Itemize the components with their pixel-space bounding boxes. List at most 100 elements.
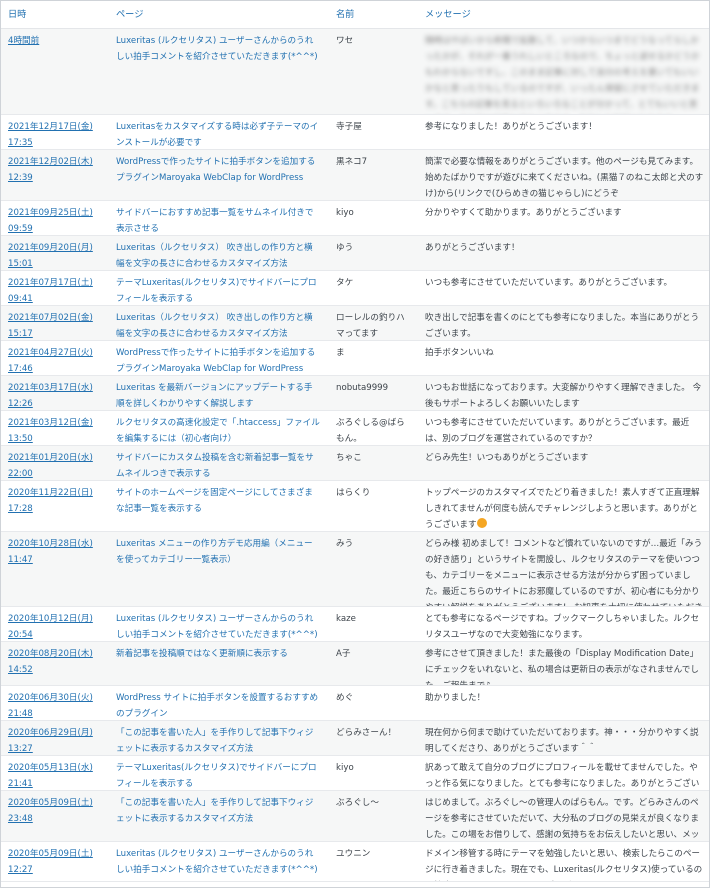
table-row: 2020年10月28日(水) 11:47 Luxeritas メニューの作り方デモ… xyxy=(1,532,709,607)
page-link[interactable]: サイトのホームページを固定ページにしてさまざまな記事一覧を表示する xyxy=(116,488,313,514)
page-link[interactable]: WordPress サイトに拍手ボタンを設置するおすすめのプラグイン xyxy=(116,693,318,719)
page-link[interactable]: サイドバーにおすすめ記事一覧をサムネイル付きで表示させる xyxy=(116,208,314,234)
date-link[interactable]: 2020年10月12日(月) 20:54 xyxy=(8,611,100,641)
message-text: どらみ様 初めまして！コメントなど慣れていないのですが…最近「みうの好き語り」と… xyxy=(425,539,703,606)
page-link[interactable]: サイドバーにカスタム投稿を含む新着記事一覧をサムネイルつきで表示する xyxy=(116,453,314,479)
page-link[interactable]: テーマLuxeritas(ルクセリタス)でサイドバーにプロフィールを表示する xyxy=(116,763,317,789)
message-cell: とても参考になるページですね。ブックマークしちゃいました。ルクセリタスユーザなの… xyxy=(416,607,709,641)
date-link[interactable]: 2021年09月25日(土) 09:59 xyxy=(8,205,100,235)
name-cell: 黒ネコ7 xyxy=(336,157,368,167)
message-text: 参考になりました！ありがとうございます！ xyxy=(425,122,597,132)
header-message[interactable]: メッセージ xyxy=(416,7,709,23)
header-date[interactable]: 日時 xyxy=(1,7,108,23)
table-row: 2020年05月09日(土) 12:27 Luxeritas (ルクセリタス) ユ… xyxy=(1,842,709,882)
date-cell: 2021年04月27日(火) 17:46 xyxy=(1,341,108,375)
page-link[interactable]: Luxeritas（ルクセリタス） 吹き出しの作り方と横幅を文字の長さに合わせる… xyxy=(116,243,313,269)
page-link[interactable]: Luxeritas を最新バージョンにアップデートする手順を詳しくわかりやすく解… xyxy=(116,383,312,409)
table-row: 2020年11月22日(日) 17:28 サイトのホームページを固定ページにしてさ… xyxy=(1,481,709,532)
message-cell: 分かりやすくて助かります。ありがとうございます xyxy=(416,201,709,221)
message-cell: 随時はやばいから新聞で拡散して、いつからいつまでどうなってらしかったかが、それが… xyxy=(416,29,709,114)
page-cell: サイドバーにカスタム投稿を含む新着記事一覧をサムネイルつきで表示する xyxy=(108,446,329,480)
page-link[interactable]: テーマLuxeritas(ルクセリタス)でサイドバーにプロフィールを表示する xyxy=(116,278,317,304)
page-link[interactable]: WordPressで作ったサイトに拍手ボタンを追加するプラグインMaroyaka… xyxy=(116,157,315,183)
message-cell: どらみ先生！いつもありがとうございます xyxy=(416,446,709,466)
table-row: 4時間前 Luxeritas (ルクセリタス) ユーザーさんからのうれしい拍手コメ… xyxy=(1,29,709,115)
page-cell: WordPressで作ったサイトに拍手ボタンを追加するプラグインMaroyaka… xyxy=(108,150,329,186)
name-cell: みう xyxy=(336,539,354,549)
message-text: トップページのカスタマイズでたどり着きました！素人すぎて正直理解しきれてませんが… xyxy=(425,488,700,530)
name-cell: 寺子屋 xyxy=(336,122,362,132)
table-row: 2021年12月02日(木) 12:39 WordPressで作ったサイトに拍手ボ… xyxy=(1,150,709,201)
header-name[interactable]: 名前 xyxy=(329,7,416,23)
name-cell: はらくり xyxy=(336,488,371,498)
date-cell: 2020年11月22日(日) 17:28 xyxy=(1,481,108,517)
name-cell: ゆう xyxy=(336,243,354,253)
page-link[interactable]: ルクセリタスの高速化設定で「.htaccess」ファイルを編集するには（初心者向… xyxy=(116,418,320,444)
message-cell: 助かりました！ xyxy=(416,686,709,706)
page-link[interactable]: 「この記事を書いた人」を手作りして記事下ウィジェットに表示するカスタマイズ方法 xyxy=(116,728,313,754)
name-cell: ぶろぐし～ xyxy=(336,798,379,808)
page-cell: Luxeritas (ルクセリタス) ユーザーさんからのうれしい拍手コメントを紹… xyxy=(108,607,329,641)
date-cell: 2020年08月20日(木) 14:52 xyxy=(1,642,108,678)
date-link[interactable]: 2020年05月13日(水) 21:41 xyxy=(8,760,100,790)
message-text: どらみ先生！いつもありがとうございます xyxy=(425,453,589,463)
page-link[interactable]: Luxeritas (ルクセリタス) ユーザーさんからのうれしい拍手コメントを紹… xyxy=(116,849,318,875)
message-cell: いつも参考にさせていただいています。ありがとうございます。 xyxy=(416,271,709,291)
page-link[interactable]: Luxeritas (ルクセリタス) ユーザーさんからのうれしい拍手コメントを紹… xyxy=(116,614,318,640)
page-link[interactable]: WordPressで作ったサイトに拍手ボタンを追加するプラグインMaroyaka… xyxy=(116,348,315,374)
smile-emoji-icon xyxy=(476,518,487,528)
message-text: いつもお世話になっております。大変解かりやすく理解できました。 今後もサポートよ… xyxy=(425,383,702,409)
message-text: ドメイン移管する時にテーマを勉強したいと思い、検索したらこのページに行き着きまし… xyxy=(425,849,703,875)
name-cell: kiyo xyxy=(336,763,354,773)
date-link[interactable]: 2021年03月17日(水) 12:26 xyxy=(8,380,100,410)
name-cell: ユウニン xyxy=(336,849,371,859)
message-cell: ドメイン移管する時にテーマを勉強したいと思い、検索したらこのページに行き着きまし… xyxy=(416,842,709,881)
page-cell: WordPressで作ったサイトに拍手ボタンを追加するプラグインMaroyaka… xyxy=(108,341,329,375)
table-row: 2020年08月20日(木) 14:52 新着記事を投稿順ではなく更新順に表示する… xyxy=(1,642,709,686)
page-cell: 新着記事を投稿順ではなく更新順に表示する xyxy=(108,642,329,662)
page-link[interactable]: Luxeritas メニューの作り方デモ応用編（メニューを使ってカテゴリー一覧表… xyxy=(116,539,313,565)
date-cell: 2020年06月29日(月) 13:27 xyxy=(1,721,108,755)
date-link[interactable]: 2021年01月20日(水) 22:00 xyxy=(8,450,100,480)
date-link[interactable]: 2021年04月27日(火) 17:46 xyxy=(8,345,100,375)
date-cell: 2021年03月17日(水) 12:26 xyxy=(1,376,108,410)
date-link[interactable]: 2021年07月02日(金) 15:17 xyxy=(8,310,100,340)
header-page[interactable]: ページ xyxy=(108,7,329,23)
date-link[interactable]: 2020年05月09日(土) 23:48 xyxy=(8,795,100,827)
table-row: 2020年06月30日(火) 21:48 WordPress サイトに拍手ボタンを… xyxy=(1,686,709,721)
date-link[interactable]: 2020年08月20日(木) 14:52 xyxy=(8,646,100,678)
date-link[interactable]: 2021年12月17日(金) 17:35 xyxy=(8,119,100,149)
message-text: いつも参考にさせていただいています。ありがとうございます。 xyxy=(425,278,673,288)
comments-table: 日時 ページ 名前 メッセージ 4時間前 Luxeritas (ルクセリタス) ユ… xyxy=(1,1,709,882)
name-cell: ぶろぐしる@ばらもん。 xyxy=(336,418,405,444)
message-text: 訳あって敢えて自分のブログにプロフィールを載せてませんでした。やっと作る気になり… xyxy=(425,763,700,789)
date-link[interactable]: 2021年12月02日(木) 12:39 xyxy=(8,154,100,186)
date-cell: 2021年09月20日(月) 15:01 xyxy=(1,236,108,270)
date-link[interactable]: 2021年09月20日(月) 15:01 xyxy=(8,240,100,270)
message-cell: 参考にさせて頂きました！また最後の「Display Modification D… xyxy=(416,642,709,686)
page-link[interactable]: Luxeritas (ルクセリタス) ユーザーさんからのうれしい拍手コメントを紹… xyxy=(116,36,318,62)
page-link[interactable]: 「この記事を書いた人」を手作りして記事下ウィジェットに表示するカスタマイズ方法 xyxy=(116,798,313,824)
date-link[interactable]: 4時間前 xyxy=(8,33,100,49)
message-text: 吹き出しで記事を書くのにとても参考になりました。本当にありがとうございます。 xyxy=(425,313,700,339)
message-text: 参考にさせて頂きました！また最後の「Display Modification D… xyxy=(425,649,699,686)
message-cell: 拍手ボタンいいね xyxy=(416,341,709,361)
name-cell: A子 xyxy=(336,649,351,659)
date-link[interactable]: 2020年06月30日(火) 21:48 xyxy=(8,690,100,720)
page-link[interactable]: Luxeritasをカスタマイズする時は必ず子テーマのインストールが必要です xyxy=(116,122,318,148)
date-link[interactable]: 2020年10月28日(水) 11:47 xyxy=(8,536,100,568)
page-cell: サイトのホームページを固定ページにしてさまざまな記事一覧を表示する xyxy=(108,481,329,517)
page-cell: 「この記事を書いた人」を手作りして記事下ウィジェットに表示するカスタマイズ方法 xyxy=(108,721,329,755)
page-link[interactable]: 新着記事を投稿順ではなく更新順に表示する xyxy=(116,649,288,659)
page-cell: WordPress サイトに拍手ボタンを設置するおすすめのプラグイン xyxy=(108,686,329,720)
date-link[interactable]: 2020年05月09日(土) 12:27 xyxy=(8,846,100,878)
table-body: 4時間前 Luxeritas (ルクセリタス) ユーザーさんからのうれしい拍手コメ… xyxy=(1,29,709,882)
date-link[interactable]: 2020年11月22日(日) 17:28 xyxy=(8,485,100,517)
page-link[interactable]: Luxeritas（ルクセリタス） 吹き出しの作り方と横幅を文字の長さに合わせる… xyxy=(116,313,313,339)
date-link[interactable]: 2021年03月12日(金) 13:50 xyxy=(8,415,100,445)
date-link[interactable]: 2021年07月17日(土) 09:41 xyxy=(8,275,100,305)
date-link[interactable]: 2020年06月29日(月) 13:27 xyxy=(8,725,100,755)
page-cell: Luxeritas（ルクセリタス） 吹き出しの作り方と横幅を文字の長さに合わせる… xyxy=(108,306,329,340)
name-cell: ま xyxy=(336,348,345,358)
message-cell: はじめまして。ぶろぐし～の管理人のぱらもん。です。どらみさんのページを参考にさせ… xyxy=(416,791,709,841)
